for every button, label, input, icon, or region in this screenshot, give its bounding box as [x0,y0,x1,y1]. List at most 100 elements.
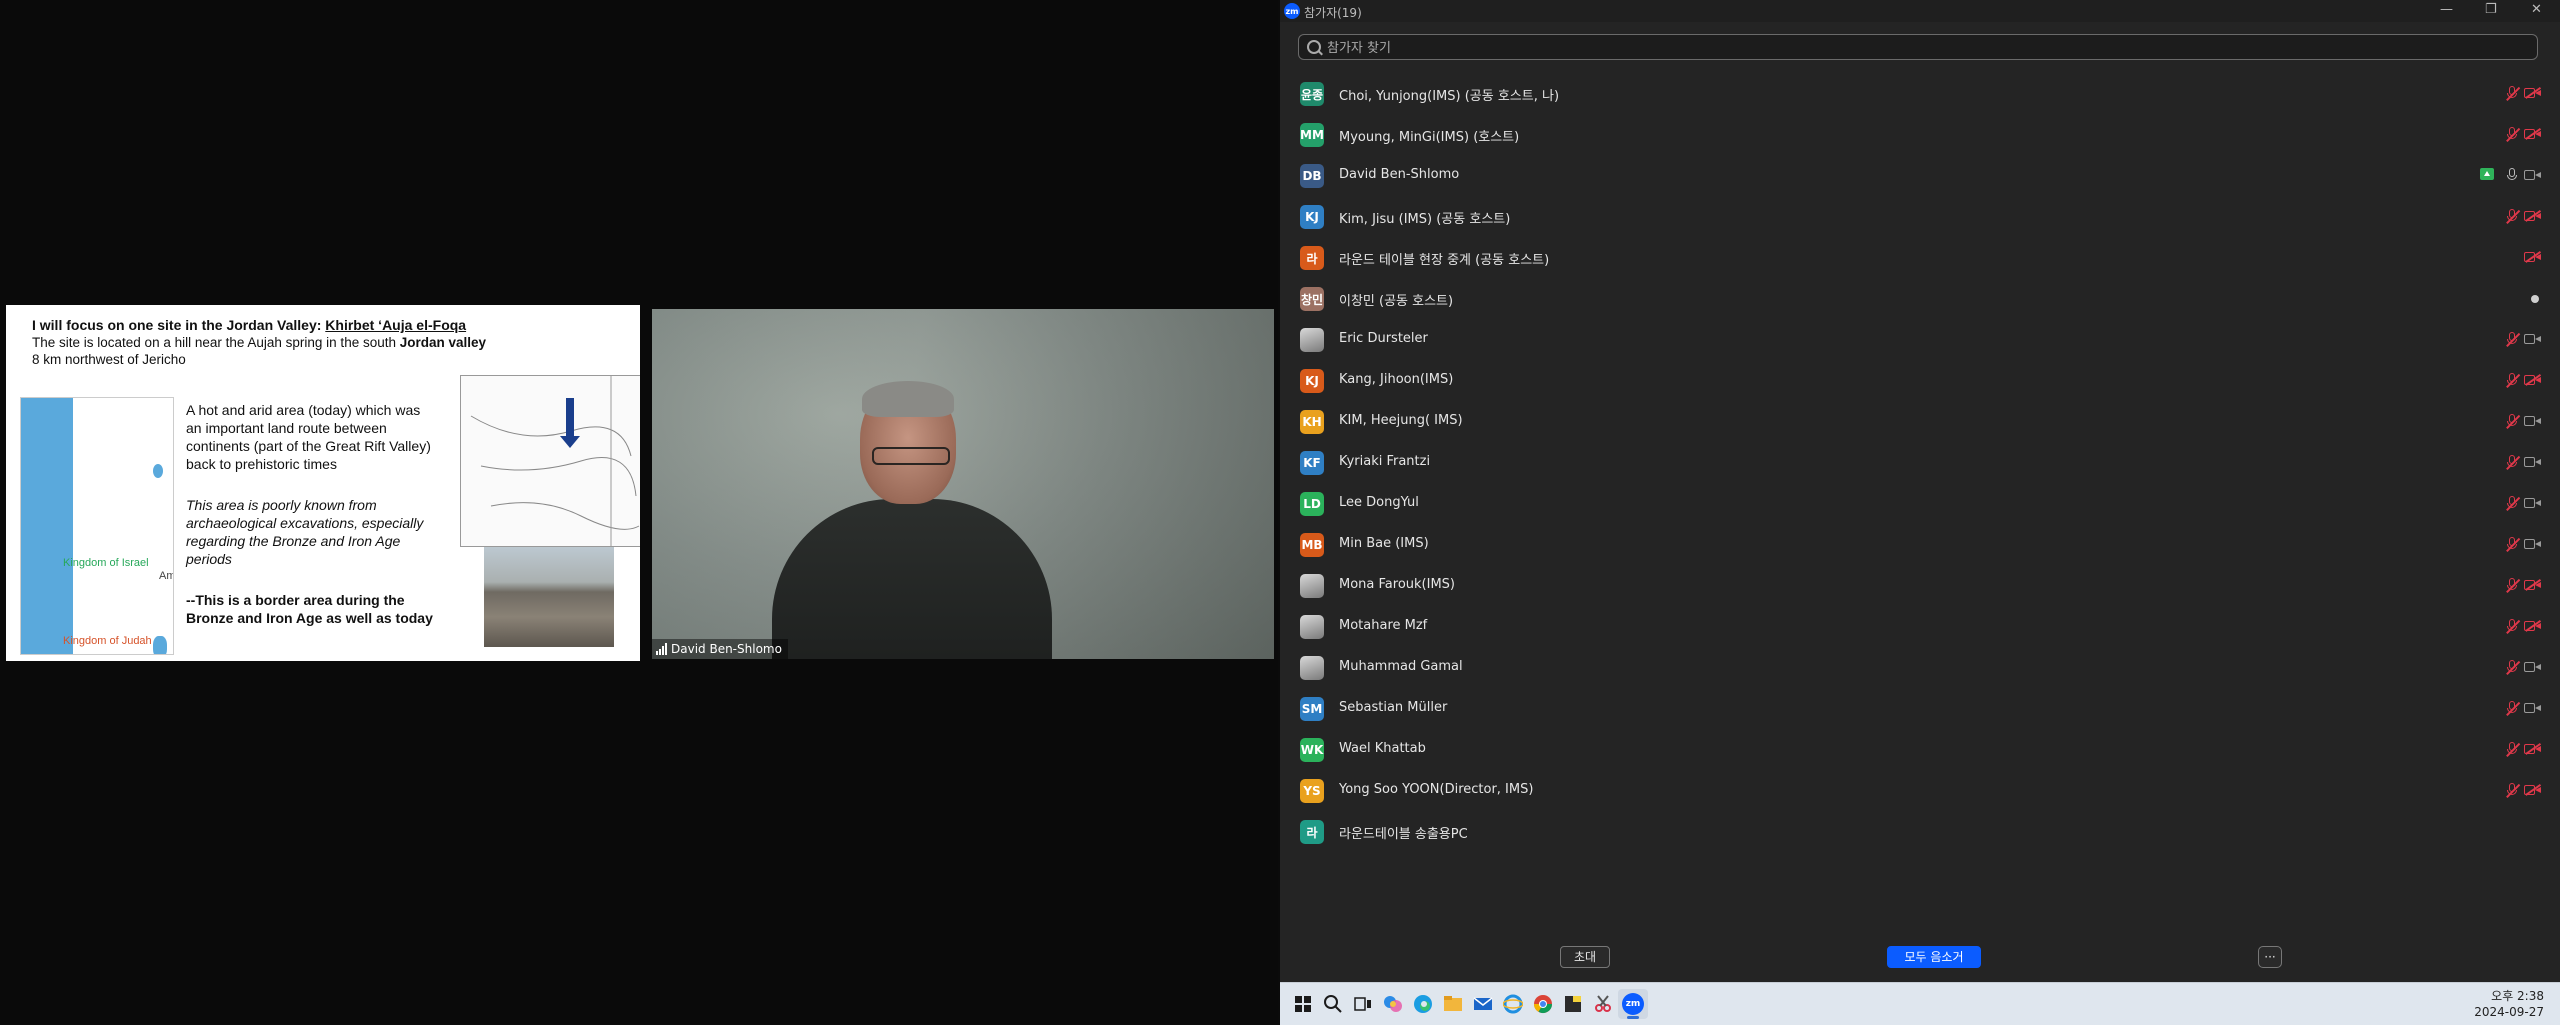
video-icon[interactable] [2524,538,2542,550]
participant-name: Eric Dursteler [1339,331,1428,346]
participant-row[interactable]: MM Myoung, MinGi(IMS) (호스트) [1280,113,2560,154]
mic-muted-icon[interactable] [2504,578,2520,594]
mic-muted-icon[interactable] [2504,332,2520,348]
video-icon[interactable] [2524,497,2542,509]
mic-muted-icon[interactable] [2504,209,2520,225]
video-off-icon[interactable] [2524,127,2542,140]
chrome-icon[interactable] [1528,989,1558,1019]
search-taskbar-icon[interactable] [1318,989,1348,1019]
minimize-icon[interactable]: — [2440,2,2453,17]
invite-button[interactable]: 초대 [1560,946,1610,968]
video-off-icon[interactable] [2524,742,2542,755]
edge-icon[interactable] [1408,989,1438,1019]
slide-subtitle-text: The site is located on a hill near the A… [32,335,400,350]
participant-row[interactable]: Mona Farouk(IMS) [1280,564,2560,605]
mic-muted-icon[interactable] [2504,496,2520,512]
participant-name: Min Bae (IMS) [1339,536,1429,551]
video-icon[interactable] [2524,702,2542,714]
slide-subtitle: The site is located on a hill near the A… [32,335,486,350]
participant-row[interactable]: KJ Kim, Jisu (IMS) (공동 호스트) [1280,195,2560,236]
participant-row[interactable]: Eric Dursteler [1280,318,2560,359]
participant-row[interactable]: 창민 이창민 (공동 호스트) [1280,277,2560,318]
participant-row[interactable]: KJ Kang, Jihoon(IMS) [1280,359,2560,400]
status-dot-icon [2531,295,2539,303]
avatar: KJ [1300,369,1324,393]
participant-name: KIM, Heejung( IMS) [1339,413,1463,428]
close-icon[interactable]: ✕ [2531,2,2542,17]
mute-all-button[interactable]: 모두 음소거 [1887,946,1981,968]
mic-muted-icon[interactable] [2504,783,2520,799]
video-icon[interactable] [2524,661,2542,673]
mic-muted-icon[interactable] [2504,742,2520,758]
participant-name: Yong Soo YOON(Director, IMS) [1339,782,1534,797]
video-icon[interactable] [2524,456,2542,468]
participant-name: Sebastian Müller [1339,700,1448,715]
slide-title-site: Khirbet ‘Auja el-Foqa [325,317,467,333]
participant-row[interactable]: Motahare Mzf [1280,605,2560,646]
video-icon[interactable] [2524,415,2542,427]
start-icon[interactable] [1288,989,1318,1019]
participant-row[interactable]: LD Lee DongYul [1280,482,2560,523]
mic-muted-icon[interactable] [2504,537,2520,553]
system-clock[interactable]: 오후 2:38 2024-09-27 [2474,988,2544,1020]
video-off-icon[interactable] [2524,578,2542,591]
participant-row[interactable]: KH KIM, Heejung( IMS) [1280,400,2560,441]
sticky-notes-icon[interactable] [1558,989,1588,1019]
participant-search[interactable] [1298,34,2538,60]
video-off-icon[interactable] [2524,250,2542,263]
kingdoms-map: Kingdom of Israel Ammon Kingdom of Judah [20,397,174,655]
video-name-tag: David Ben-Shlomo [652,639,788,659]
avatar: 창민 [1300,287,1324,311]
video-off-icon[interactable] [2524,619,2542,632]
video-off-icon[interactable] [2524,373,2542,386]
clock-time: 오후 2:38 [2491,989,2544,1003]
mic-muted-icon[interactable] [2504,86,2520,102]
zoom-taskbar-icon[interactable]: zm [1618,989,1648,1019]
participant-row[interactable]: SM Sebastian Müller [1280,687,2560,728]
participant-row[interactable]: DB David Ben-Shlomo [1280,154,2560,195]
video-icon[interactable] [2524,169,2542,181]
slide-paragraph-1: A hot and arid area (today) which was an… [186,402,431,472]
copilot-icon[interactable] [1378,989,1408,1019]
task-view-icon[interactable] [1348,989,1378,1019]
mail-icon[interactable] [1468,989,1498,1019]
participant-name: Kim, Jisu (IMS) (공동 호스트) [1339,212,1511,227]
participant-row[interactable]: 라 라운드 테이블 현장 중계 (공동 호스트) [1280,236,2560,277]
restore-icon[interactable]: ❐ [2485,2,2497,17]
file-explorer-icon[interactable] [1438,989,1468,1019]
snipping-tool-icon[interactable] [1588,989,1618,1019]
mic-muted-icon[interactable] [2504,414,2520,430]
video-off-icon[interactable] [2524,783,2542,796]
participant-row[interactable]: KF Kyriaki Frantzi [1280,441,2560,482]
zoom-logo-icon: zm [1284,3,1300,19]
mic-muted-icon[interactable] [2504,701,2520,717]
mic-muted-icon[interactable] [2504,455,2520,471]
meeting-view: I will focus on one site in the Jordan V… [0,0,1278,1024]
internet-explorer-icon[interactable] [1498,989,1528,1019]
participant-row[interactable]: 윤종 Choi, Yunjong(IMS) (공동 호스트, 나) [1280,72,2560,113]
participants-panel: zm 참가자(19) — ❐ ✕ 윤종 Choi, Yunjong(IMS) (공… [1280,0,2560,982]
participant-name: Myoung, MinGi(IMS) (호스트) [1339,130,1520,145]
mic-muted-icon[interactable] [2504,619,2520,635]
avatar: 윤종 [1300,82,1324,106]
avatar: SM [1300,697,1324,721]
participant-row[interactable]: Muhammad Gamal [1280,646,2560,687]
video-icon[interactable] [2524,333,2542,345]
participant-row[interactable]: WK Wael Khattab [1280,728,2560,769]
participant-row[interactable]: YS Yong Soo YOON(Director, IMS) [1280,769,2560,810]
video-off-icon[interactable] [2524,86,2542,99]
mic-muted-icon[interactable] [2504,127,2520,143]
participant-search-input[interactable] [1325,37,2529,59]
participant-name: Muhammad Gamal [1339,659,1463,674]
participant-row[interactable]: MB Min Bae (IMS) [1280,523,2560,564]
more-options-button[interactable]: ··· [2258,946,2282,968]
mic-muted-icon[interactable] [2504,373,2520,389]
mic-icon[interactable] [2504,168,2520,184]
video-speaker-name: David Ben-Shlomo [671,642,782,656]
mediterranean-sea [21,398,73,654]
participant-row[interactable]: 라 라운드테이블 송출용PC [1280,810,2560,851]
video-off-icon[interactable] [2524,209,2542,222]
mic-muted-icon[interactable] [2504,660,2520,676]
site-photo [484,547,614,647]
speaker-video[interactable]: David Ben-Shlomo [652,309,1274,659]
